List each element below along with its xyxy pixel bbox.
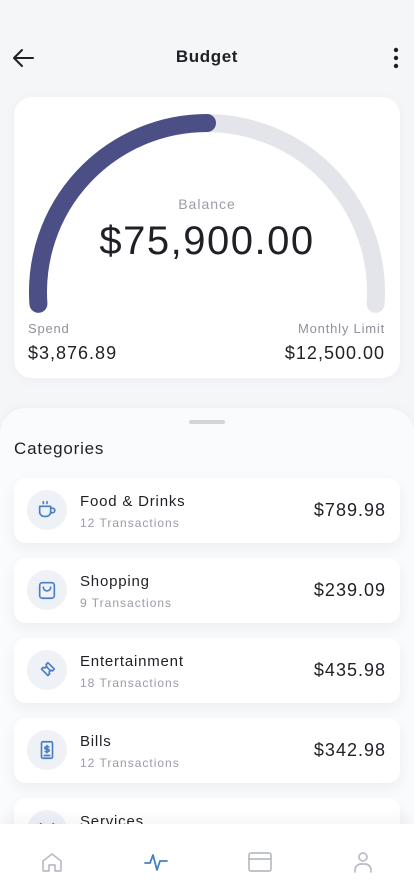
bottom-navigation	[0, 824, 414, 896]
categories-title: Categories	[14, 439, 105, 458]
spend-value: $3,876.89	[28, 343, 118, 363]
category-name: Entertainment	[80, 653, 184, 670]
category-amount: $789.98	[313, 500, 386, 520]
user-icon	[354, 852, 372, 873]
shopping-bag-icon	[27, 570, 67, 610]
gauge-fill	[28, 114, 216, 313]
categories-sheet: Categories Food & Drinks 12 Transactions…	[0, 408, 414, 896]
app-header: Budget	[0, 0, 414, 96]
gauge-track	[29, 114, 385, 313]
category-name: Food & Drinks	[80, 493, 186, 510]
receipt-icon	[27, 730, 67, 770]
balance-label: Balance	[178, 196, 236, 212]
category-amount: $239.09	[313, 580, 386, 600]
nav-profile[interactable]	[347, 846, 379, 878]
home-icon	[42, 853, 62, 872]
category-item-food-drinks[interactable]: Food & Drinks 12 Transactions $789.98	[14, 478, 400, 543]
activity-icon	[144, 854, 168, 871]
page-title: Budget	[175, 47, 239, 66]
coffee-cup-icon	[27, 490, 67, 530]
balance-card: Balance $75,900.00 Spend $3,876.89 Month…	[14, 97, 400, 378]
category-item-entertainment[interactable]: Entertainment 18 Transactions $435.98	[14, 638, 400, 703]
category-count: 12 Transactions	[80, 516, 180, 530]
card-icon	[248, 852, 272, 872]
nav-home[interactable]	[36, 846, 68, 878]
category-item-bills[interactable]: Bills 12 Transactions $342.98	[14, 718, 400, 783]
category-name: Bills	[80, 733, 112, 750]
more-options-button[interactable]	[386, 44, 406, 72]
ticket-icon	[27, 650, 67, 690]
category-amount: $435.98	[313, 660, 386, 680]
nav-activity[interactable]	[140, 846, 172, 878]
monthly-limit-value: $12,500.00	[284, 343, 385, 363]
more-vertical-icon	[393, 47, 399, 69]
nav-cards[interactable]	[244, 846, 276, 878]
category-count: 18 Transactions	[80, 676, 180, 690]
category-amount: $342.98	[313, 740, 386, 760]
balance-value: $75,900.00	[99, 219, 315, 263]
monthly-limit-label: Monthly Limit	[298, 321, 385, 336]
spend-label: Spend	[28, 321, 70, 336]
drag-handle[interactable]	[189, 420, 225, 424]
category-count: 9 Transactions	[80, 596, 173, 610]
category-count: 12 Transactions	[80, 756, 180, 770]
category-item-shopping[interactable]: Shopping 9 Transactions $239.09	[14, 558, 400, 623]
category-name: Shopping	[80, 573, 150, 590]
